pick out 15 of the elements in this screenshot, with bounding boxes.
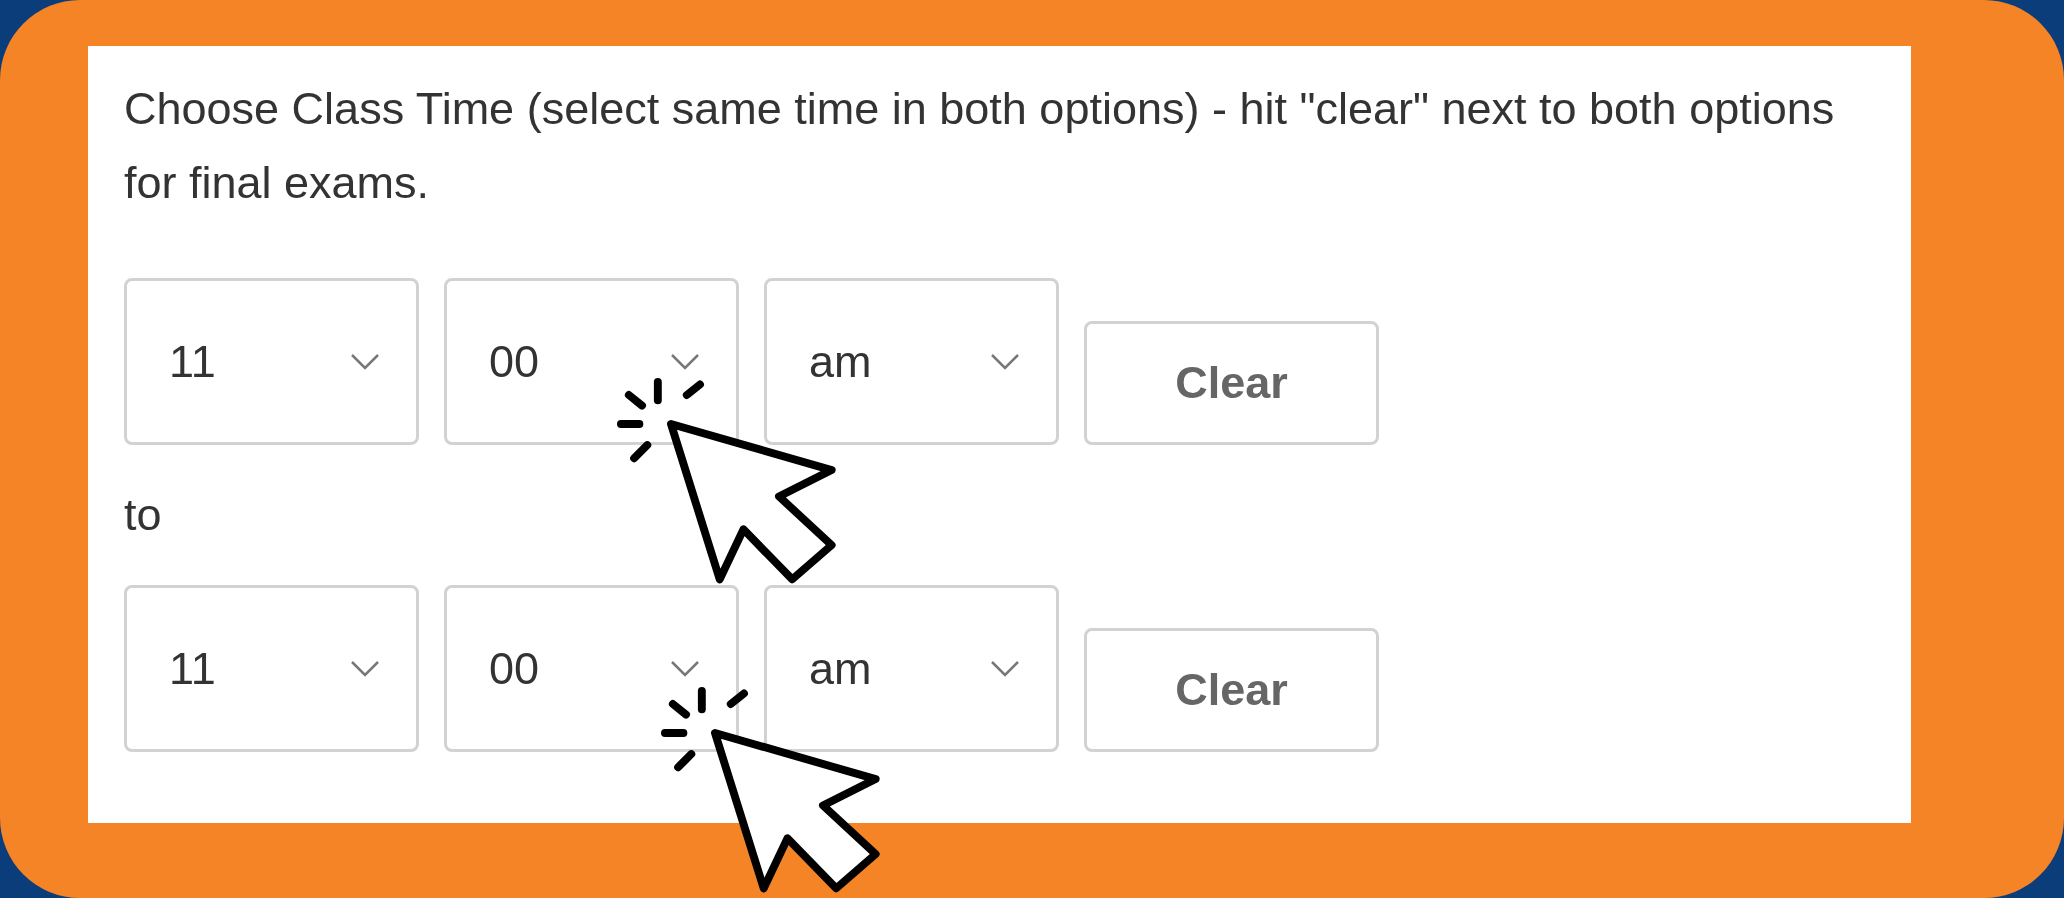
time-dropdown[interactable]: 11 [124, 585, 419, 752]
chevron-down-icon [350, 659, 380, 678]
clear-button[interactable]: Clear [1084, 628, 1379, 752]
clear-button[interactable]: Clear [1084, 321, 1379, 445]
chevron-down-icon [350, 352, 380, 371]
time-dropdown[interactable]: am [764, 585, 1059, 752]
time-dropdown[interactable]: 00 [444, 585, 739, 752]
instruction-text: Choose Class Time (select same time in both options) - hit "clear" next to both options for final exams. [124, 82, 1836, 210]
chevron-down-icon [990, 659, 1020, 678]
time-dropdown[interactable]: am [764, 278, 1059, 445]
chevron-down-icon [990, 352, 1020, 371]
chevron-down-icon [670, 352, 700, 371]
separator-text: to [124, 488, 163, 542]
chevron-down-icon [670, 659, 700, 678]
time-dropdown[interactable]: 11 [124, 278, 419, 445]
